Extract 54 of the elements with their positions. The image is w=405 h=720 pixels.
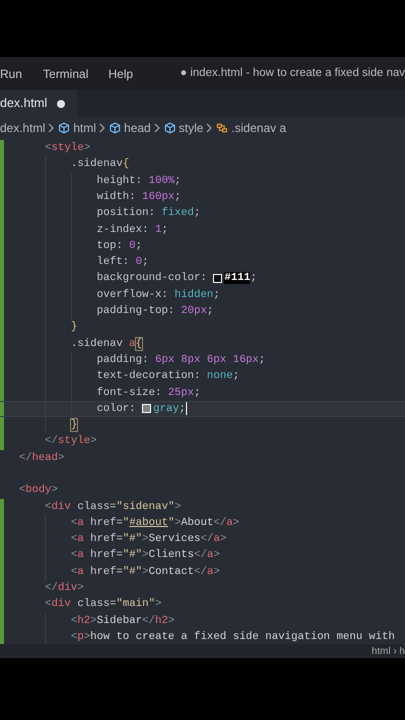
code-text: .sidenav{	[70, 157, 130, 172]
code-text: color:	[96, 402, 137, 417]
code-text: <div class="sidenav">	[44, 500, 182, 515]
code-text: <a href="#about">About</a>	[70, 516, 240, 531]
chevron-icon	[154, 122, 161, 132]
cube-icon	[58, 122, 70, 134]
symbol-icon	[216, 122, 228, 134]
menu-item[interactable]: Run	[0, 64, 34, 82]
code-text: <h2>Sidebar</h2>	[70, 614, 175, 629]
code-text: <style>	[44, 141, 90, 156]
code-text: padding: 6px 8px 6px 16px;	[96, 352, 266, 368]
editor-tab[interactable]: dex.html	[0, 90, 78, 117]
code-text: width: 160px;	[96, 190, 182, 205]
window-title: ● index.html - how to create a fixed side nav	[180, 66, 405, 81]
breadcrumb-item[interactable]: dex.html	[0, 118, 46, 136]
code-text: gray;	[153, 402, 186, 417]
chevron-icon	[206, 122, 214, 132]
code-text: <p>how to create a fixed side navigation menu with	[70, 630, 395, 644]
status-item[interactable]: html › h	[372, 644, 405, 658]
code-text: .sidenav a{	[70, 336, 142, 352]
code-text: </div>	[44, 581, 84, 596]
chevron-icon	[99, 122, 106, 132]
code-text: <a href="#">Contact</a>	[70, 564, 220, 580]
code-text: overflow-x: hidden;	[96, 288, 220, 303]
color-swatch-icon[interactable]	[213, 274, 222, 284]
code-text: font-size: 25px;	[96, 386, 200, 400]
menu-item[interactable]: Terminal	[33, 64, 98, 82]
code-text: text-decoration: none;	[96, 369, 240, 384]
text-cursor	[186, 402, 187, 416]
code-text: #111;	[224, 271, 257, 286]
code-text: height: 100%;	[96, 174, 182, 189]
breadcrumb-item[interactable]: head	[124, 118, 151, 136]
code-text: <a href="#">Clients</a>	[70, 548, 220, 564]
breadcrumb-item[interactable]: html	[73, 118, 96, 136]
code-text: <a href="#">Services</a>	[70, 532, 226, 548]
code-text: </style>	[44, 434, 97, 450]
code-text: <div class="main">	[44, 597, 162, 612]
code-text: }	[70, 320, 78, 336]
code-text: }	[70, 418, 78, 434]
code-text: background-color:	[96, 271, 208, 286]
code-text: padding-top: 20px;	[96, 304, 214, 320]
menu-item[interactable]: Help	[98, 64, 144, 82]
cube-icon	[109, 122, 122, 134]
code-text: <body>	[19, 483, 58, 498]
breadcrumb-item[interactable]: .sidenav a	[231, 118, 286, 136]
cube-icon	[164, 122, 176, 134]
code-text: left: 0;	[96, 255, 149, 270]
code-text: z-index: 1;	[96, 222, 168, 238]
code-text: position: fixed;	[96, 206, 200, 222]
code-text: top: 0;	[96, 238, 142, 254]
code-text: </head>	[19, 450, 64, 466]
chevron-icon	[48, 122, 56, 132]
color-swatch-icon[interactable]	[142, 404, 152, 414]
breadcrumb-item[interactable]: style	[178, 118, 204, 136]
